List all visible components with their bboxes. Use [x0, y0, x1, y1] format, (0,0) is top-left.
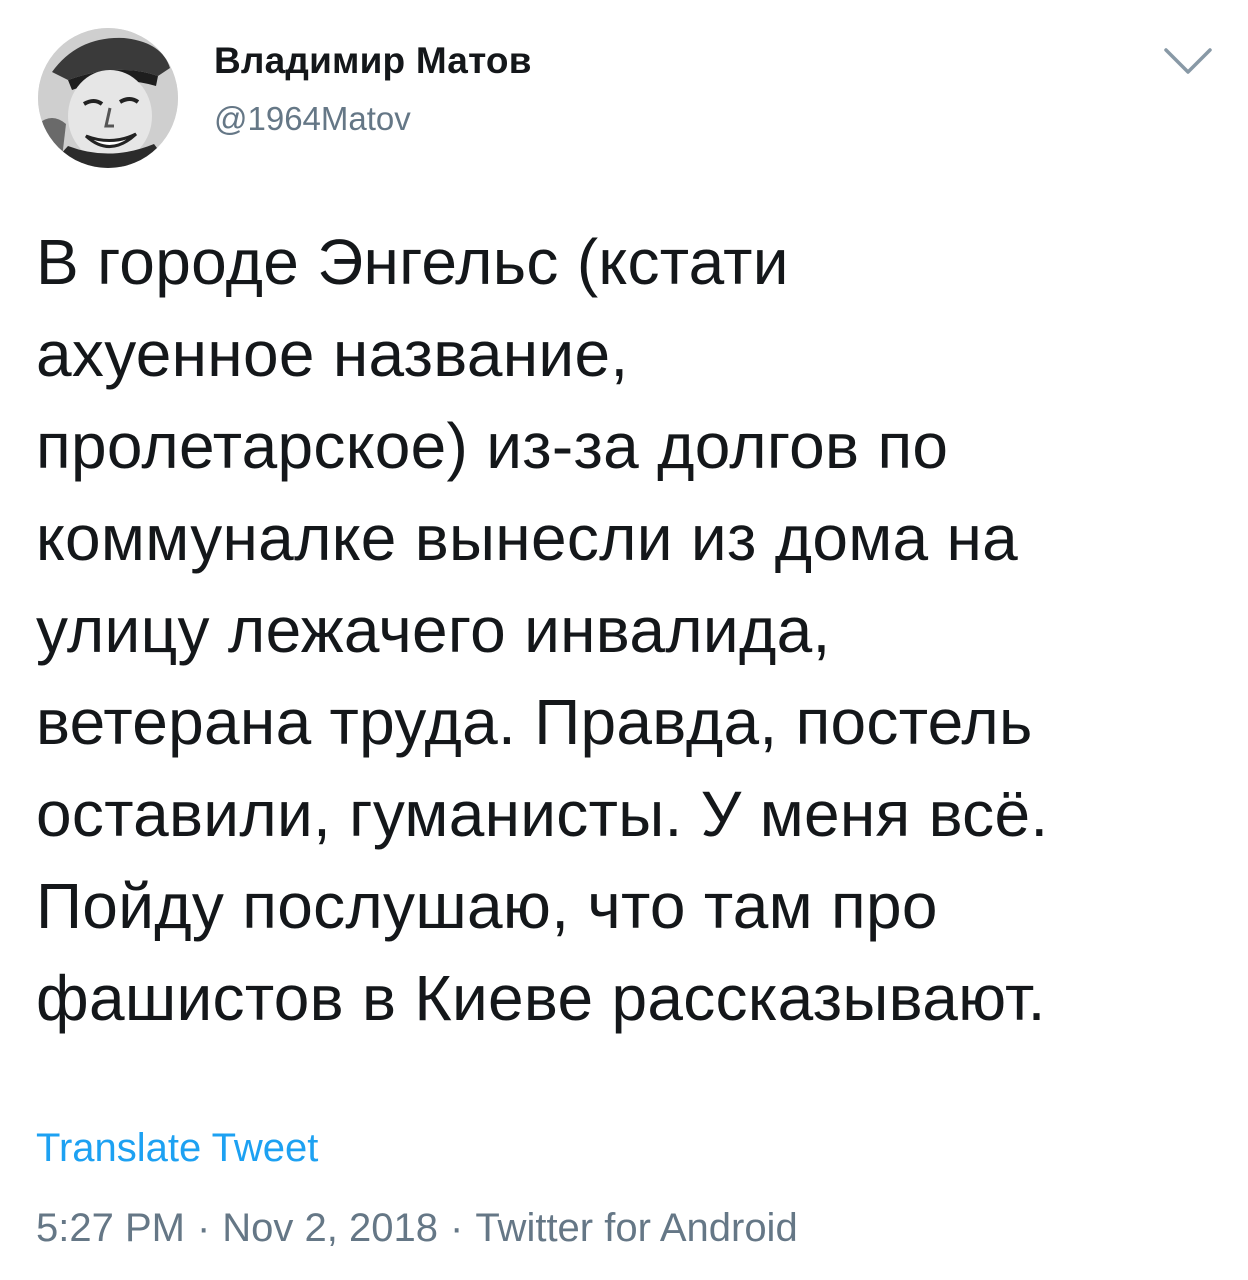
tweet-text-line: оставили, гуманисты. У меня всё. [36, 778, 1049, 850]
tweet-text-line: пролетарское) из-за долгов по [36, 410, 949, 482]
tweet-date[interactable]: Nov 2, 2018 [222, 1206, 438, 1250]
translate-tweet-link[interactable]: Translate Tweet [36, 1126, 318, 1171]
tweet-text-line: фашистов в Киеве рассказывают. [36, 962, 1046, 1034]
tweet-meta: 5:27 PM · Nov 2, 2018 · Twitter for Android [36, 1206, 798, 1251]
author-name[interactable]: Владимир Матов [214, 40, 532, 82]
tweet-text-line: Пойду послушаю, что там про [36, 870, 938, 942]
tweet-text-line: В городе Энгельс (кстати [36, 226, 789, 298]
tweet-text: В городе Энгельс (кстати ахуенное назван… [36, 216, 1216, 1044]
tweet-time[interactable]: 5:27 PM [36, 1206, 185, 1250]
tweet-text-line: коммуналке вынесли из дома на [36, 502, 1019, 574]
tweet-text-line: ветерана труда. Правда, постель [36, 686, 1033, 758]
tweet-text-line: ахуенное название, [36, 318, 629, 390]
chevron-down-icon [1164, 48, 1212, 74]
tweet-menu-button[interactable] [1162, 44, 1214, 80]
author-handle[interactable]: @1964Matov [214, 100, 411, 138]
avatar[interactable] [38, 28, 178, 168]
avatar-photo-icon [38, 28, 178, 168]
tweet-source[interactable]: Twitter for Android [475, 1206, 797, 1250]
tweet-text-line: улицу лежачего инвалида, [36, 594, 831, 666]
meta-separator: · [196, 1206, 211, 1250]
meta-separator: · [450, 1206, 464, 1250]
tweet-card: Владимир Матов @1964Matov В городе Энгел… [0, 0, 1248, 1280]
